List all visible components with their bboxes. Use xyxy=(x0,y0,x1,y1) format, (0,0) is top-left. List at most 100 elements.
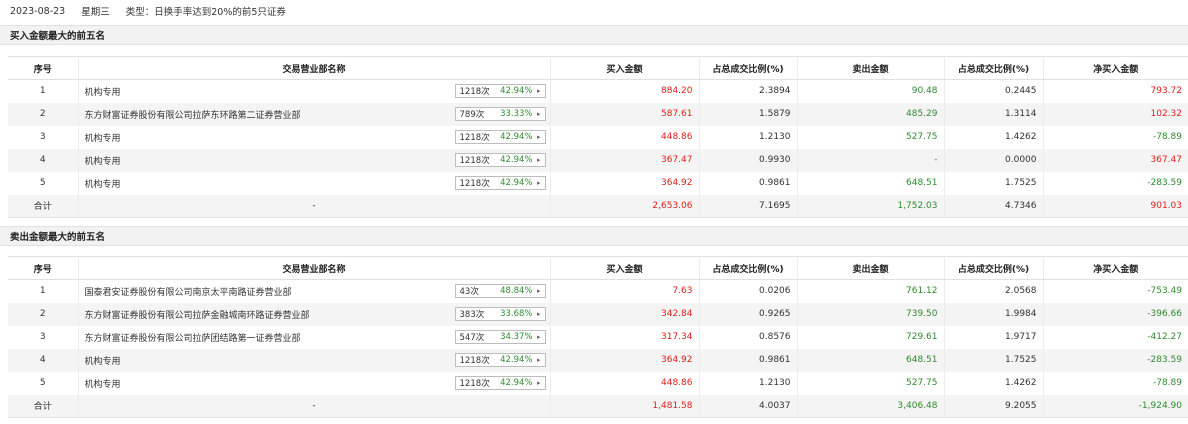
total-row: 合计 -2,653.06 7.1695 1,752.03 4.7346 901.03 xyxy=(8,194,1188,218)
sell-ratio: 1.7525 xyxy=(944,348,1044,372)
sell-ratio: 1.9717 xyxy=(944,325,1044,349)
net-amount: -753.49 xyxy=(1147,286,1182,297)
broker-stat-button[interactable]: 1218次 42.94% ▸ xyxy=(454,153,546,167)
broker-name-link[interactable]: 机构专用 xyxy=(85,354,121,367)
buy-amount: 342.84 xyxy=(550,302,700,326)
table-row[interactable]: 4 机构专用 1218次 42.94% ▸ 367.47 0.9930-0.0000 367.… xyxy=(8,148,1188,172)
sell-ratio: 0.2445 xyxy=(944,79,1044,103)
table-row[interactable]: 1 国泰君安证券股份有限公司南京太平南路证券营业部 43次 48.84% ▸ 7.63 0.… xyxy=(8,279,1188,303)
broker-name-link[interactable]: 东方财富证券股份有限公司拉萨金融城南环路证券营业部 xyxy=(85,308,310,321)
broker-stat-button[interactable]: 1218次 42.94% ▸ xyxy=(454,376,546,390)
column-header: 买入金额 xyxy=(550,256,700,280)
total-buy-ratio: 7.1695 xyxy=(699,194,798,218)
broker-cell-content: 国泰君安证券股份有限公司南京太平南路证券营业部 43次 48.84% ▸ xyxy=(85,284,546,299)
broker-cell: 东方财富证券股份有限公司拉萨团结路第一证券营业部 547次 34.37% ▸ xyxy=(78,325,551,349)
buy-amount: 364.92 xyxy=(550,171,700,195)
sell-ratio: 1.4262 xyxy=(944,125,1044,149)
buy-ratio: 0.0206 xyxy=(699,279,798,303)
column-header: 卖出金额 xyxy=(797,256,945,280)
broker-name-link[interactable]: 东方财富证券股份有限公司拉萨东环路第二证券营业部 xyxy=(85,108,301,121)
broker-name-link[interactable]: 机构专用 xyxy=(85,377,121,390)
row-index: 2 xyxy=(8,102,79,126)
broker-cell: 机构专用 1218次 42.94% ▸ xyxy=(78,148,551,172)
buy-amount: 448.86 xyxy=(550,125,700,149)
broker-cell-content: 机构专用 1218次 42.94% ▸ xyxy=(85,84,546,99)
sell-amount: 648.51 xyxy=(797,348,945,372)
broker-listing-count: 1218次 xyxy=(459,179,490,189)
broker-stat-button[interactable]: 547次 34.37% ▸ xyxy=(454,330,546,344)
broker-cell: 东方财富证券股份有限公司拉萨东环路第二证券营业部 789次 33.33% ▸ xyxy=(78,102,551,126)
column-header: 占总成交比例(%) xyxy=(944,56,1044,80)
sell-ratio: 2.0568 xyxy=(944,279,1044,303)
total-label: 合计 xyxy=(8,394,79,418)
trade-weekday: 星期三 xyxy=(81,7,110,18)
net-amount: -412.27 xyxy=(1147,332,1182,342)
total-buy-ratio: 4.0037 xyxy=(699,394,798,418)
broker-stat-button[interactable]: 1218次 42.94% ▸ xyxy=(454,130,546,144)
chevron-right-icon: ▸ xyxy=(536,87,541,96)
table-row[interactable]: 3 机构专用 1218次 42.94% ▸ 448.86 1.2130 527.75 1.426… xyxy=(8,125,1188,149)
broker-stat-button[interactable]: 789次 33.33% ▸ xyxy=(454,107,546,121)
buy-ratio: 0.9265 xyxy=(699,302,798,326)
broker-name-link[interactable]: 机构专用 xyxy=(85,177,121,190)
sell-amount: 527.75 xyxy=(797,125,945,149)
broker-name-link[interactable]: 机构专用 xyxy=(85,85,121,98)
table-header-row: 序号 交易营业部名称 买入金额 占总成交比例(%) 卖出金额 占总成交比例(%) 净买入金额 xyxy=(8,256,1188,280)
buy-amount: 364.92 xyxy=(550,348,700,372)
sell-ratio: 0.0000 xyxy=(944,148,1044,172)
total-net-amount: 901.03 xyxy=(1043,194,1188,218)
broker-listing-count: 1218次 xyxy=(459,156,490,166)
net-amount: -283.59 xyxy=(1043,348,1188,372)
buy-amount: 587.61 xyxy=(550,102,700,126)
table-row[interactable]: 4 机构专用 1218次 42.94% ▸ 364.92 0.9861 648.51 1.752… xyxy=(8,348,1188,372)
broker-stat-button[interactable]: 1218次 42.94% ▸ xyxy=(454,84,546,99)
sell-amount: 739.50 xyxy=(797,302,945,326)
broker-win-rate: 42.94% xyxy=(500,86,533,97)
row-index: 3 xyxy=(8,125,79,149)
broker-stat-button[interactable]: 43次 48.84% ▸ xyxy=(454,284,546,299)
net-amount: -283.59 xyxy=(1147,178,1182,188)
broker-cell-content: 东方财富证券股份有限公司拉萨东环路第二证券营业部 789次 33.33% ▸ xyxy=(85,107,546,121)
column-header: 净买入金额 xyxy=(1043,56,1188,80)
table-row[interactable]: 5 机构专用 1218次 42.94% ▸ 448.86 1.2130 527.75 1.426… xyxy=(8,371,1188,395)
broker-stat-button[interactable]: 383次 33.68% ▸ xyxy=(454,307,546,321)
table-row[interactable]: 5 机构专用 1218次 42.94% ▸ 364.92 0.9861 648.51 1.752… xyxy=(8,171,1188,195)
total-label: 合计 xyxy=(8,194,79,218)
broker-name-link[interactable]: 机构专用 xyxy=(85,154,121,167)
net-amount: -78.89 xyxy=(1152,378,1182,388)
chevron-right-icon: ▸ xyxy=(536,356,541,364)
sell-ratio: 1.3114 xyxy=(944,102,1044,126)
broker-name-link[interactable]: 机构专用 xyxy=(85,131,121,144)
broker-win-rate: 34.37% xyxy=(500,332,533,342)
buy-amount: 367.47 xyxy=(550,148,700,172)
table-row[interactable]: 2 东方财富证券股份有限公司拉萨东环路第二证券营业部 789次 33.33% ▸ 587.… xyxy=(8,102,1188,126)
chevron-right-icon: ▸ xyxy=(536,133,541,141)
broker-stat-button[interactable]: 1218次 42.94% ▸ xyxy=(454,353,546,367)
net-amount: 367.47 xyxy=(1043,148,1188,172)
chevron-right-icon: ▸ xyxy=(536,379,541,387)
buy-top5-table: 序号 交易营业部名称 买入金额 占总成交比例(%) 卖出金额 占总成交比例(%) 净买入金额… xyxy=(8,56,1188,218)
broker-name-link[interactable]: 国泰君安证券股份有限公司南京太平南路证券营业部 xyxy=(85,285,292,298)
chevron-right-icon: ▸ xyxy=(536,333,541,341)
sell-ratio: 1.9984 xyxy=(944,302,1044,326)
broker-stat-button[interactable]: 1218次 42.94% ▸ xyxy=(454,176,546,190)
table-header-row: 序号 交易营业部名称 买入金额 占总成交比例(%) 卖出金额 占总成交比例(%) 净买入金额 xyxy=(8,56,1188,80)
table-row[interactable]: 2 东方财富证券股份有限公司拉萨金融城南环路证券营业部 383次 33.68% ▸ 342… xyxy=(8,302,1188,326)
broker-cell-content: 东方财富证券股份有限公司拉萨金融城南环路证券营业部 383次 33.68% ▸ xyxy=(85,307,546,321)
column-header: 序号 xyxy=(8,56,79,80)
broker-cell: 机构专用 1218次 42.94% ▸ xyxy=(78,348,551,372)
table-row[interactable]: 3 东方财富证券股份有限公司拉萨团结路第一证券营业部 547次 34.37% ▸ 317.… xyxy=(8,325,1188,349)
table-row[interactable]: 1 机构专用 1218次 42.94% ▸ 884.20 2.3894 90.48 0.2445… xyxy=(8,79,1188,103)
broker-win-rate: 33.68% xyxy=(500,309,533,319)
broker-listing-count: 789次 xyxy=(459,110,485,120)
column-header: 买入金额 xyxy=(550,56,700,80)
sell-amount: 729.61 xyxy=(797,325,945,349)
total-sell-ratio: 9.2055 xyxy=(944,394,1044,418)
total-name-placeholder: - xyxy=(78,194,551,218)
row-index: 5 xyxy=(8,171,79,195)
buy-amount: 448.86 xyxy=(550,371,700,395)
broker-name-link[interactable]: 东方财富证券股份有限公司拉萨团结路第一证券营业部 xyxy=(85,331,301,344)
buy-ratio: 1.2130 xyxy=(699,371,798,395)
buy-ratio: 0.9861 xyxy=(699,171,798,195)
sell-section-title: 卖出金额最大的前五名 xyxy=(0,226,1188,246)
